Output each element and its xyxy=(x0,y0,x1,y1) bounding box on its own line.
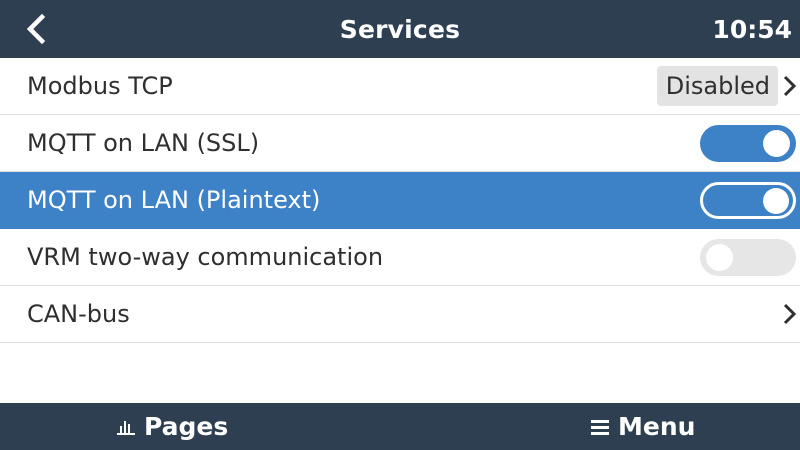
list-item-label: MQTT on LAN (SSL) xyxy=(27,129,260,157)
list-item-mqtt-ssl[interactable]: MQTT on LAN (SSL) xyxy=(0,115,800,172)
mqtt-plaintext-toggle[interactable] xyxy=(700,182,796,219)
header-bar: Services 10:54 xyxy=(0,0,800,58)
list-item-label: VRM two-way communication xyxy=(27,243,384,271)
toggle-knob xyxy=(763,187,789,214)
menu-button[interactable]: Menu xyxy=(590,403,695,450)
list-item-label: MQTT on LAN (Plaintext) xyxy=(27,186,321,214)
page-title: Services xyxy=(339,14,461,44)
mqtt-ssl-toggle[interactable] xyxy=(700,125,796,162)
clock-time: 10:54 xyxy=(712,14,792,44)
hamburger-menu-icon xyxy=(591,419,609,435)
status-value: Disabled xyxy=(656,66,778,106)
pages-button[interactable]: Pages xyxy=(116,403,228,450)
toggle-knob xyxy=(706,244,733,271)
services-screen: Services 10:54 Modbus TCP Disabled MQTT … xyxy=(0,0,800,450)
chevron-right-icon xyxy=(781,286,797,342)
bar-chart-icon xyxy=(117,420,135,435)
pages-label: Pages xyxy=(144,412,229,441)
toggle-knob xyxy=(763,130,790,157)
list-item-label: CAN-bus xyxy=(27,300,130,328)
list-item-vrm-two-way[interactable]: VRM two-way communication xyxy=(0,229,800,286)
list-item-label: Modbus TCP xyxy=(27,72,173,100)
services-list: Modbus TCP Disabled MQTT on LAN (SSL) MQ… xyxy=(0,58,800,343)
chevron-right-icon xyxy=(781,58,797,114)
list-item-modbus-tcp[interactable]: Modbus TCP Disabled xyxy=(0,58,800,115)
list-item-can-bus[interactable]: CAN-bus xyxy=(0,286,800,343)
vrm-two-way-toggle[interactable] xyxy=(700,239,796,276)
bottom-bar: Pages Menu xyxy=(0,403,800,450)
list-item-mqtt-plaintext[interactable]: MQTT on LAN (Plaintext) xyxy=(0,172,800,229)
menu-label: Menu xyxy=(618,412,696,441)
